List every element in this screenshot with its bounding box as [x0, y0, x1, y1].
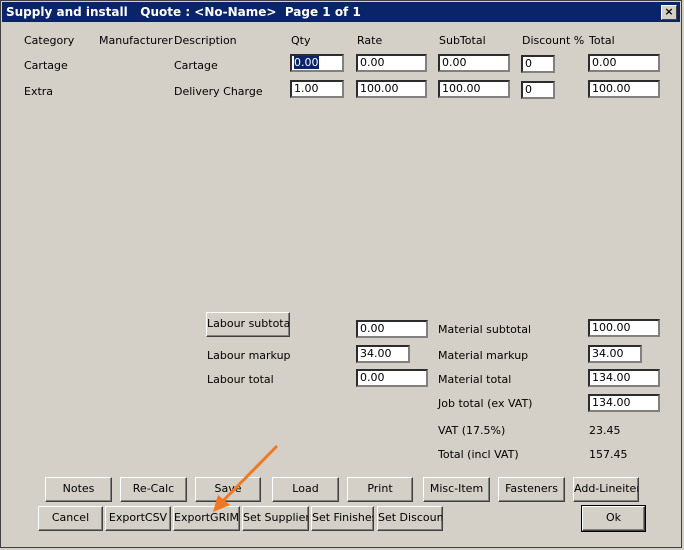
- row-2-rate-field[interactable]: 100.00: [356, 80, 427, 98]
- column-header-manufacturer: Manufacturer: [99, 34, 173, 47]
- row-1-total-field[interactable]: 0.00: [588, 54, 660, 72]
- add-lineitem-button[interactable]: Add-Lineitem: [573, 477, 639, 502]
- cancel-button[interactable]: Cancel: [38, 506, 103, 531]
- set-discount-button[interactable]: Set Discount: [377, 506, 443, 531]
- set-finishes-button[interactable]: Set Finishes: [311, 506, 374, 531]
- print-button[interactable]: Print: [347, 477, 413, 502]
- material-markup-field[interactable]: 34.00: [588, 345, 642, 363]
- labour-markup-field[interactable]: 34.00: [356, 345, 410, 363]
- vat-label: VAT (17.5%): [438, 424, 506, 437]
- labour-total-label: Labour total: [207, 373, 274, 386]
- row-1-discount-field[interactable]: 0: [521, 55, 555, 73]
- row-1-subtotal-field[interactable]: 0.00: [438, 54, 510, 72]
- column-header-subtotal: SubTotal: [439, 34, 486, 47]
- column-header-discount: Discount %: [522, 34, 585, 47]
- column-header-rate: Rate: [357, 34, 383, 47]
- column-header-category: Category: [24, 34, 75, 47]
- labour-markup-label: Labour markup: [207, 349, 291, 362]
- export-csv-button[interactable]: ExportCSV: [105, 506, 171, 531]
- close-icon[interactable]: ×: [661, 5, 677, 20]
- row-1-rate-field[interactable]: 0.00: [356, 54, 427, 72]
- job-total-label: Job total (ex VAT): [438, 397, 533, 410]
- row-2-category: Extra: [24, 85, 54, 98]
- material-total-label: Material total: [438, 373, 512, 386]
- ok-button[interactable]: Ok: [581, 505, 646, 532]
- set-suppliers-button[interactable]: Set Suppliers: [242, 506, 309, 531]
- fasteners-button[interactable]: Fasteners: [498, 477, 565, 502]
- column-header-description: Description: [174, 34, 237, 47]
- total-incl-vat-label: Total (incl VAT): [438, 448, 519, 461]
- total-incl-vat-value: 157.45: [589, 448, 628, 461]
- save-button[interactable]: Save: [195, 477, 261, 502]
- material-subtotal-label: Material subtotal: [438, 323, 532, 336]
- job-total-field[interactable]: 134.00: [588, 394, 660, 412]
- recalc-button[interactable]: Re-Calc: [120, 477, 187, 502]
- material-subtotal-field[interactable]: 100.00: [588, 319, 660, 337]
- labour-total-field[interactable]: 0.00: [356, 369, 428, 387]
- material-markup-label: Material markup: [438, 349, 529, 362]
- row-1-category: Cartage: [24, 59, 68, 72]
- row-1-qty-value: 0.00: [294, 56, 319, 69]
- material-total-field[interactable]: 134.00: [588, 369, 660, 387]
- row-2-total-field[interactable]: 100.00: [588, 80, 660, 98]
- vat-value: 23.45: [589, 424, 621, 437]
- column-header-qty: Qty: [291, 34, 311, 47]
- misc-item-button[interactable]: Misc-Item: [423, 477, 490, 502]
- title-bar[interactable]: Supply and install Quote : <No-Name> Pag…: [2, 2, 680, 22]
- labour-subtotal-button[interactable]: Labour subtotal: [206, 312, 290, 337]
- notes-button[interactable]: Notes: [45, 477, 112, 502]
- row-2-discount-field[interactable]: 0: [521, 81, 555, 99]
- export-grim-button[interactable]: ExportGRIM: [173, 506, 240, 531]
- row-2-subtotal-field[interactable]: 100.00: [438, 80, 510, 98]
- window-title: Supply and install Quote : <No-Name> Pag…: [6, 5, 361, 19]
- row-2-qty-field[interactable]: 1.00: [290, 80, 344, 98]
- column-header-total: Total: [589, 34, 615, 47]
- load-button[interactable]: Load: [272, 477, 339, 502]
- row-1-description: Cartage: [174, 59, 218, 72]
- row-1-qty-field[interactable]: 0.00: [290, 54, 344, 72]
- labour-subtotal-field[interactable]: 0.00: [356, 320, 428, 338]
- row-2-description: Delivery Charge: [174, 85, 263, 98]
